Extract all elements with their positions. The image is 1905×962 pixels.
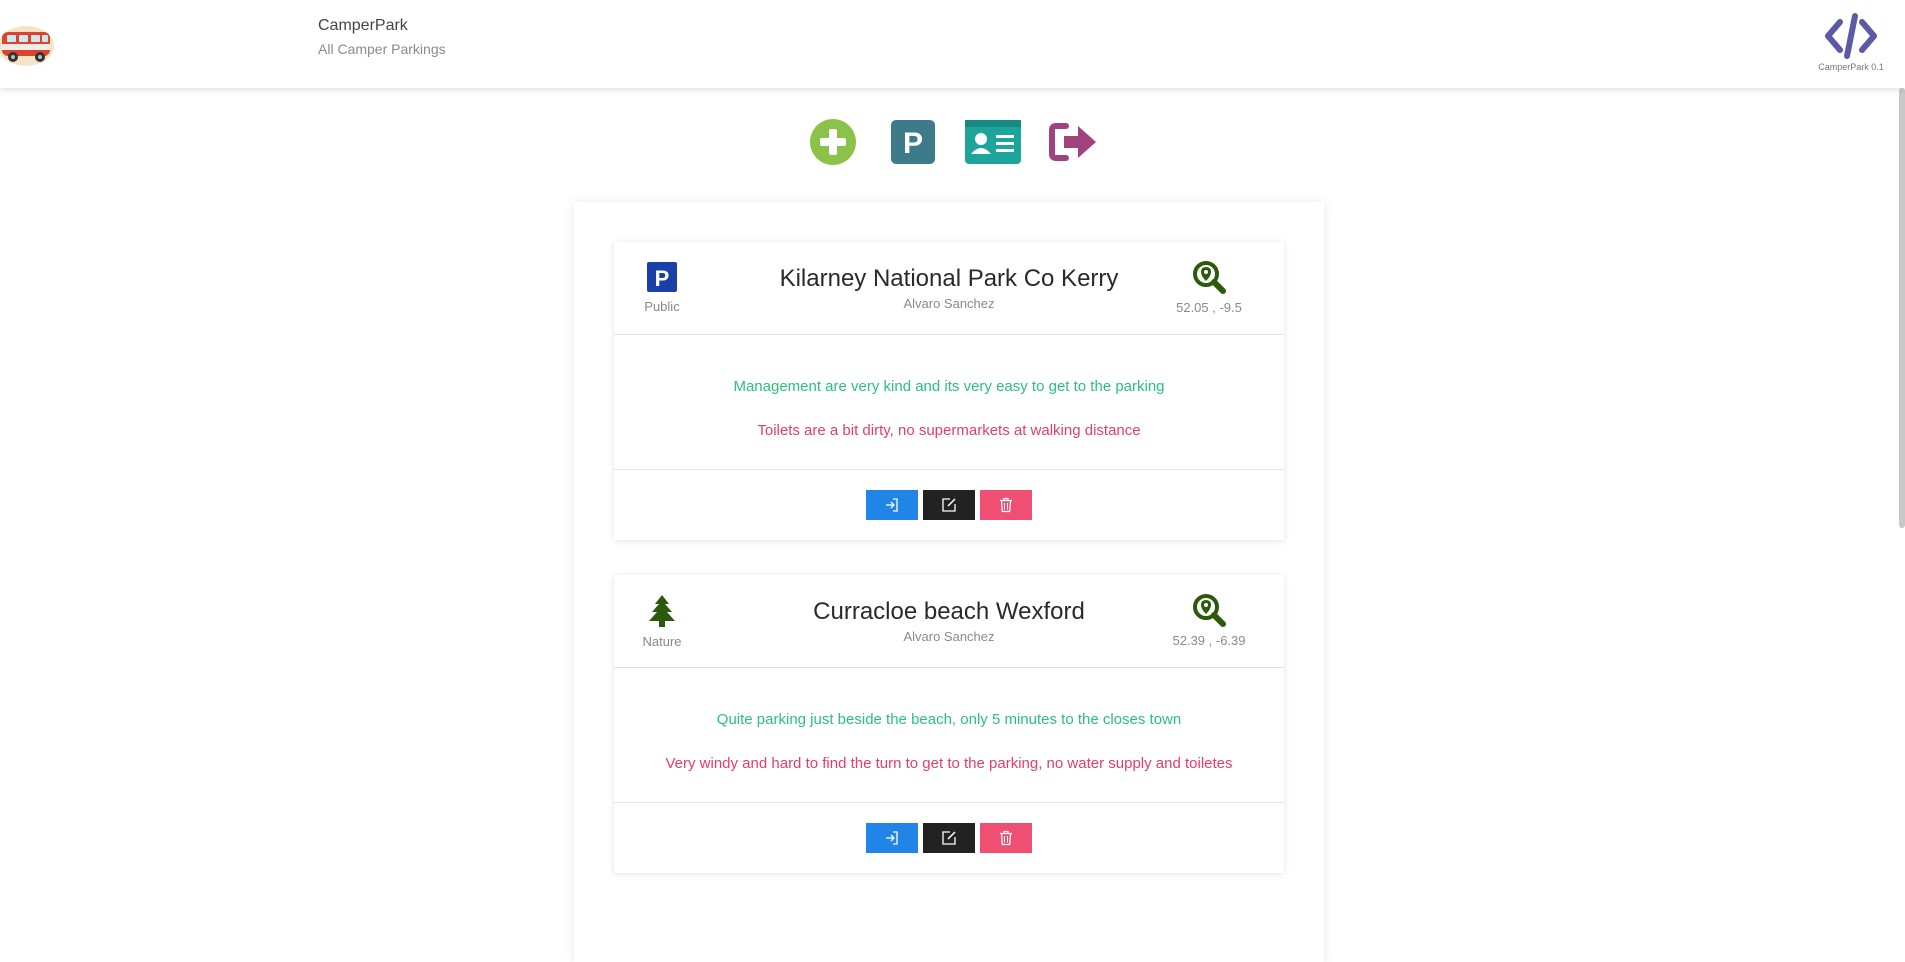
trash-icon <box>1000 497 1012 513</box>
sign-out-icon <box>1048 123 1096 161</box>
map-search-icon <box>1193 594 1226 627</box>
trash-icon <box>1000 830 1012 846</box>
profile-button[interactable] <box>964 118 1021 166</box>
parking-author: Alvaro Sanchez <box>903 629 995 644</box>
sign-in-icon <box>886 498 898 512</box>
edit-icon <box>942 498 956 512</box>
edit-button[interactable] <box>923 823 975 853</box>
parking-type-label: Public <box>644 299 680 314</box>
page-scrollbar[interactable] <box>1899 88 1905 528</box>
open-button[interactable] <box>866 823 918 853</box>
card-actions <box>614 470 1284 540</box>
parking-name: Curracloe beach Wexford <box>813 598 1085 625</box>
add-parking-button[interactable] <box>805 118 861 166</box>
parking-type: P Public <box>632 262 692 314</box>
parking-pros: Management are very kind and its very ea… <box>733 378 1165 395</box>
map-location-link[interactable]: 52.39 , -6.39 <box>1164 593 1254 648</box>
map-location-link[interactable]: 52.05 , -9.5 <box>1164 260 1254 315</box>
parking-cons: Very windy and hard to find the turn to … <box>665 755 1233 772</box>
sign-in-icon <box>886 831 898 845</box>
parking-title-block: Curracloe beach Wexford Alvaro Sanchez <box>734 597 1164 644</box>
card-actions <box>614 803 1284 873</box>
parking-icon: P <box>647 262 677 292</box>
logout-button[interactable] <box>1045 118 1101 166</box>
edit-icon <box>942 831 956 845</box>
card-header: P Public Kilarney National Park Co Kerry… <box>614 242 1284 335</box>
parking-pros: Quite parking just beside the beach, onl… <box>716 711 1182 728</box>
title-block: CamperPark All Camper Parkings <box>318 15 446 59</box>
camper-van-logo[interactable] <box>0 20 56 68</box>
action-bar: P <box>0 118 1905 166</box>
page-subtitle: All Camper Parkings <box>318 41 446 57</box>
plus-circle-icon <box>809 119 856 165</box>
parking-type-label: Nature <box>642 634 682 649</box>
parking-type: Nature <box>632 595 692 649</box>
parking-name: Kilarney National Park Co Kerry <box>779 265 1119 292</box>
parking-author: Alvaro Sanchez <box>903 296 995 311</box>
card-body: Management are very kind and its very ea… <box>614 335 1284 470</box>
card-header: Nature Curracloe beach Wexford Alvaro Sa… <box>614 575 1284 668</box>
parking-card: P Public Kilarney National Park Co Kerry… <box>614 242 1284 540</box>
parking-icon: P <box>890 120 935 164</box>
edit-button[interactable] <box>923 490 975 520</box>
version-badge: CamperPark 0.1 <box>1817 12 1885 72</box>
app-title: CamperPark <box>318 17 408 34</box>
map-search-icon <box>1193 261 1226 294</box>
parking-list-panel: P Public Kilarney National Park Co Kerry… <box>574 202 1324 962</box>
parkings-button[interactable]: P <box>885 118 941 166</box>
delete-button[interactable] <box>980 823 1032 853</box>
app-header: CamperPark All Camper Parkings CamperPar… <box>0 0 1905 88</box>
delete-button[interactable] <box>980 490 1032 520</box>
parking-card: Nature Curracloe beach Wexford Alvaro Sa… <box>614 575 1284 873</box>
card-body: Quite parking just beside the beach, onl… <box>614 668 1284 803</box>
version-label: CamperPark 0.1 <box>1818 62 1884 72</box>
svg-text:P: P <box>902 127 922 160</box>
parking-title-block: Kilarney National Park Co Kerry Alvaro S… <box>734 264 1164 311</box>
open-button[interactable] <box>866 490 918 520</box>
code-icon <box>1825 13 1877 59</box>
parking-cons: Toilets are a bit dirty, no supermarkets… <box>757 422 1141 439</box>
parking-coordinates: 52.39 , -6.39 <box>1172 633 1246 648</box>
tree-icon <box>649 595 675 627</box>
id-card-icon <box>964 120 1021 164</box>
parking-coordinates: 52.05 , -9.5 <box>1176 300 1242 315</box>
svg-text:P: P <box>655 266 670 291</box>
